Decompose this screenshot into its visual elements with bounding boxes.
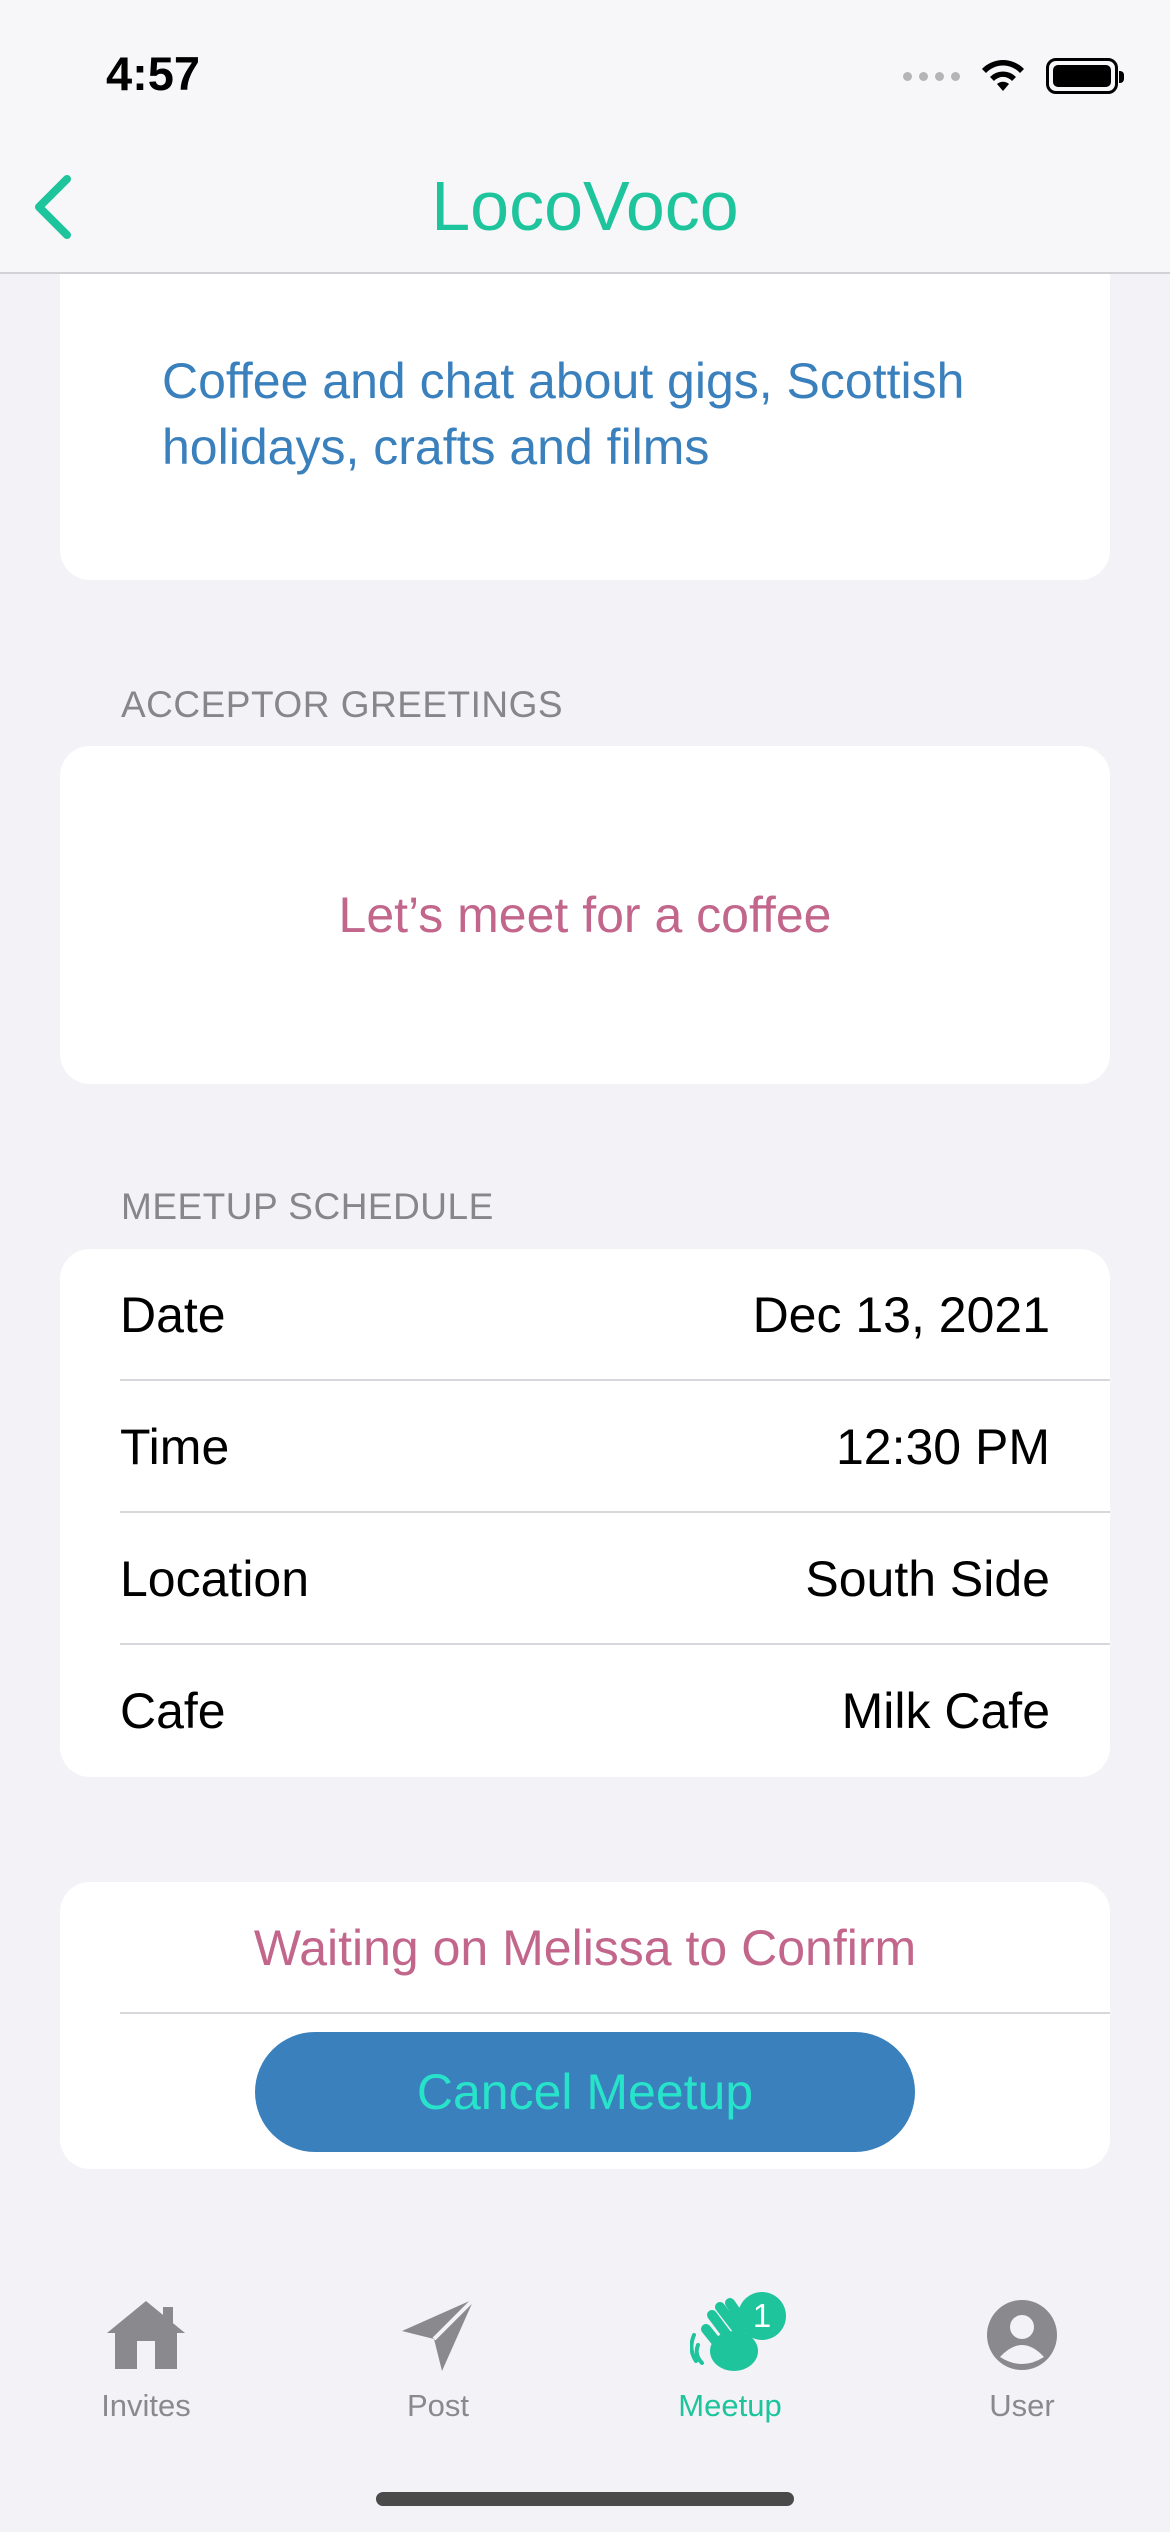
cancel-meetup-button[interactable]: Cancel Meetup: [255, 2032, 915, 2152]
meetup-schedule-header: MEETUP SCHEDULE: [121, 1186, 494, 1227]
tab-label: Meetup: [678, 2388, 782, 2423]
tab-user[interactable]: User: [922, 2290, 1122, 2470]
cellular-signal-icon: [903, 71, 960, 81]
app-title: LocoVoco: [431, 167, 739, 245]
divider: [120, 2012, 1110, 2014]
person-circle-icon: [972, 2290, 1072, 2380]
greeting-card: Let’s meet for a coffee: [60, 746, 1110, 1084]
schedule-label: Cafe: [120, 1683, 226, 1739]
status-time: 4:57: [106, 47, 201, 100]
schedule-value: South Side: [805, 1551, 1050, 1607]
navigation-header: 4:57 LocoVoco: [0, 0, 1170, 274]
notification-badge: 1: [738, 2292, 786, 2340]
schedule-row-time: Time 12:30 PM: [120, 1381, 1110, 1513]
schedule-row-location: Location South Side: [120, 1513, 1110, 1645]
schedule-value: 12:30 PM: [835, 1419, 1050, 1475]
tab-meetup[interactable]: 1 Meetup: [630, 2290, 830, 2470]
tab-label: Post: [406, 2388, 470, 2423]
schedule-value: Dec 13, 2021: [752, 1287, 1050, 1343]
schedule-label: Date: [120, 1287, 226, 1343]
acceptor-greetings-header: ACCEPTOR GREETINGS: [121, 684, 564, 725]
schedule-value: Milk Cafe: [841, 1683, 1050, 1739]
tab-post[interactable]: Post: [338, 2290, 538, 2470]
wifi-icon: [982, 60, 1024, 91]
schedule-label: Location: [120, 1551, 310, 1607]
paper-plane-icon: [388, 2290, 488, 2380]
greeting-text: Let’s meet for a coffee: [338, 887, 832, 943]
tab-label: Invites: [101, 2388, 191, 2423]
confirmation-card: Waiting on Melissa to Confirm Cancel Mee…: [60, 1882, 1110, 2169]
schedule-row-cafe: Cafe Milk Cafe: [120, 1645, 1110, 1777]
status-icons: [903, 52, 1124, 100]
tab-label: User: [989, 2388, 1055, 2423]
schedule-card: Date Dec 13, 2021 Time 12:30 PM Location…: [60, 1249, 1110, 1777]
waving-hand-icon: 1: [680, 2290, 786, 2380]
tab-bar: Invites Post 1 Meetup User: [0, 2250, 1170, 2532]
house-icon: [96, 2290, 196, 2380]
meetup-description: Coffee and chat about gigs, Scottish hol…: [162, 353, 965, 475]
waiting-status-text: Waiting on Melissa to Confirm: [253, 1920, 917, 1976]
battery-icon: [1046, 58, 1124, 94]
tab-invites[interactable]: Invites: [46, 2290, 246, 2470]
description-card: Coffee and chat about gigs, Scottish hol…: [60, 230, 1110, 580]
home-indicator[interactable]: [376, 2492, 794, 2506]
schedule-row-date: Date Dec 13, 2021: [120, 1249, 1110, 1381]
schedule-label: Time: [120, 1419, 230, 1475]
